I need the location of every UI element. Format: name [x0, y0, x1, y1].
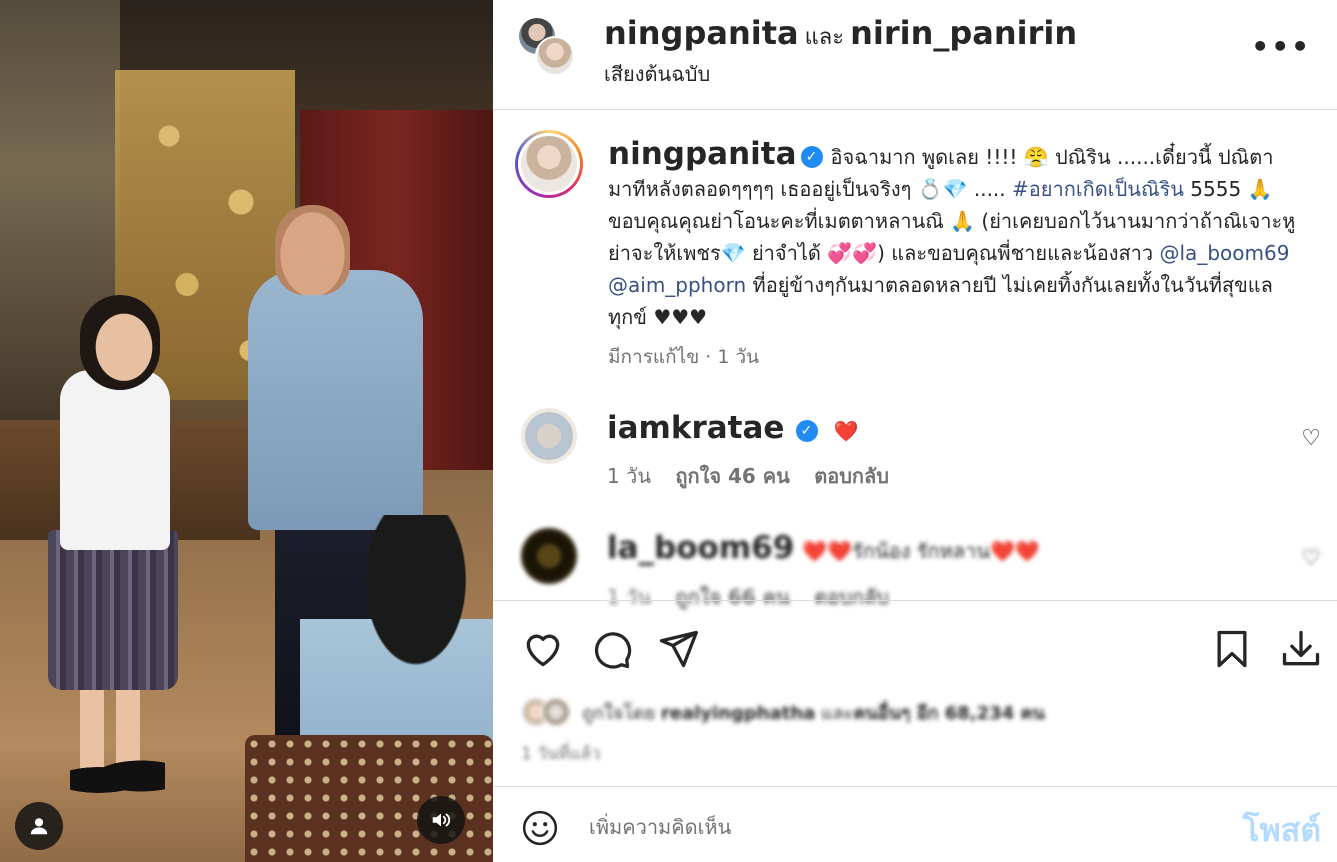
heart-icon[interactable] [521, 627, 565, 671]
post-panel: ningpanita และ nirin_panirin เสียงต้นฉบับ … [493, 0, 1337, 862]
comment-username[interactable]: iamkratae [607, 410, 784, 446]
media-person-girl-skirt [48, 530, 178, 690]
caption-mention-2[interactable]: @aim_pphorn [608, 273, 746, 297]
comment-text: ❤️❤️รักน้อง รักหลาน❤️❤️ [802, 539, 1040, 563]
verified-badge-icon: ✓ [800, 146, 823, 168]
collab-usernames: ningpanita และ nirin_panirin [604, 14, 1077, 54]
tagged-users-button[interactable] [15, 802, 63, 850]
comment-icon[interactable] [589, 627, 633, 671]
avatar [541, 697, 571, 727]
user-icon [30, 818, 48, 835]
collab-avatars[interactable] [519, 18, 577, 78]
media-person-man [248, 270, 423, 530]
likes-summary[interactable]: ถูกใจโดย realyingphatha และคนอื่นๆ อีก 6… [521, 697, 1321, 737]
send-icon[interactable] [656, 627, 700, 671]
header-username-1[interactable]: ningpanita [604, 14, 799, 52]
avatar[interactable] [521, 408, 577, 464]
download-icon[interactable] [1279, 627, 1323, 671]
emoji-icon[interactable] [521, 809, 559, 847]
likes-text: ถูกใจโดย realyingphatha และคนอื่นๆ อีก 6… [582, 703, 1045, 724]
comment-composer: โพสต์ [493, 786, 1337, 862]
comment-likes[interactable]: ถูกใจ 46 คน [675, 464, 790, 488]
action-bar [493, 601, 1337, 696]
media-chair [245, 735, 493, 862]
caption-avatar[interactable] [515, 130, 583, 198]
verified-badge-icon: ✓ [795, 420, 818, 442]
avatar[interactable] [535, 36, 575, 76]
caption-meta: มีการแก้ไข · 1 วัน [608, 346, 760, 368]
comment-like-heart-icon[interactable]: ♡ [1301, 546, 1321, 571]
likes-user[interactable]: realyingphatha [661, 703, 815, 724]
avatar[interactable] [521, 528, 577, 584]
audio-link[interactable]: เสียงต้นฉบับ [604, 58, 710, 90]
comment-input[interactable] [589, 809, 1189, 845]
post-time[interactable]: 1 วันที่แล้ว [521, 740, 601, 767]
header-username-2[interactable]: nirin_panirin [850, 14, 1077, 52]
caption-username[interactable]: ningpanita [608, 136, 797, 172]
sound-toggle-button[interactable] [417, 796, 465, 844]
comment-meta: 1 วัน ถูกใจ 46 คน ตอบกลับ [607, 460, 1287, 492]
comment-reply-button[interactable]: ตอบกลับ [814, 464, 889, 488]
media-person-girl [60, 370, 170, 550]
speaker-icon [432, 813, 451, 827]
post-media[interactable] [0, 0, 493, 862]
post-header: ningpanita และ nirin_panirin เสียงต้นฉบับ … [493, 0, 1337, 110]
comment-text: ❤️ [833, 419, 859, 443]
caption-text: ningpanita ✓ อิจฉามาก พูดเลย !!!! 😤 ปณิริน… [608, 138, 1298, 333]
caption-mention-1[interactable]: @la_boom69 [1160, 241, 1290, 265]
more-horizontal-icon[interactable]: ••• [1251, 30, 1311, 63]
media-person-girl-shoes [70, 760, 165, 800]
media-person-man-head [275, 205, 350, 295]
post-button[interactable]: โพสต์ [1242, 805, 1321, 856]
comment-username[interactable]: la_boom69 [607, 530, 794, 566]
likes-middle: และ [821, 702, 854, 724]
header-conjunction: และ [804, 25, 845, 50]
caption-hashtag[interactable]: #อยากเกิดเป็นณิริน [1012, 177, 1184, 201]
bookmark-icon[interactable] [1210, 627, 1254, 671]
likes-others[interactable]: คนอื่นๆ อีก 68,234 คน [853, 703, 1044, 724]
comment-time[interactable]: 1 วัน [607, 464, 651, 488]
comment-like-heart-icon[interactable]: ♡ [1301, 426, 1321, 451]
media-person-girl-head [80, 295, 160, 390]
likes-prefix: ถูกใจโดย [582, 702, 656, 724]
